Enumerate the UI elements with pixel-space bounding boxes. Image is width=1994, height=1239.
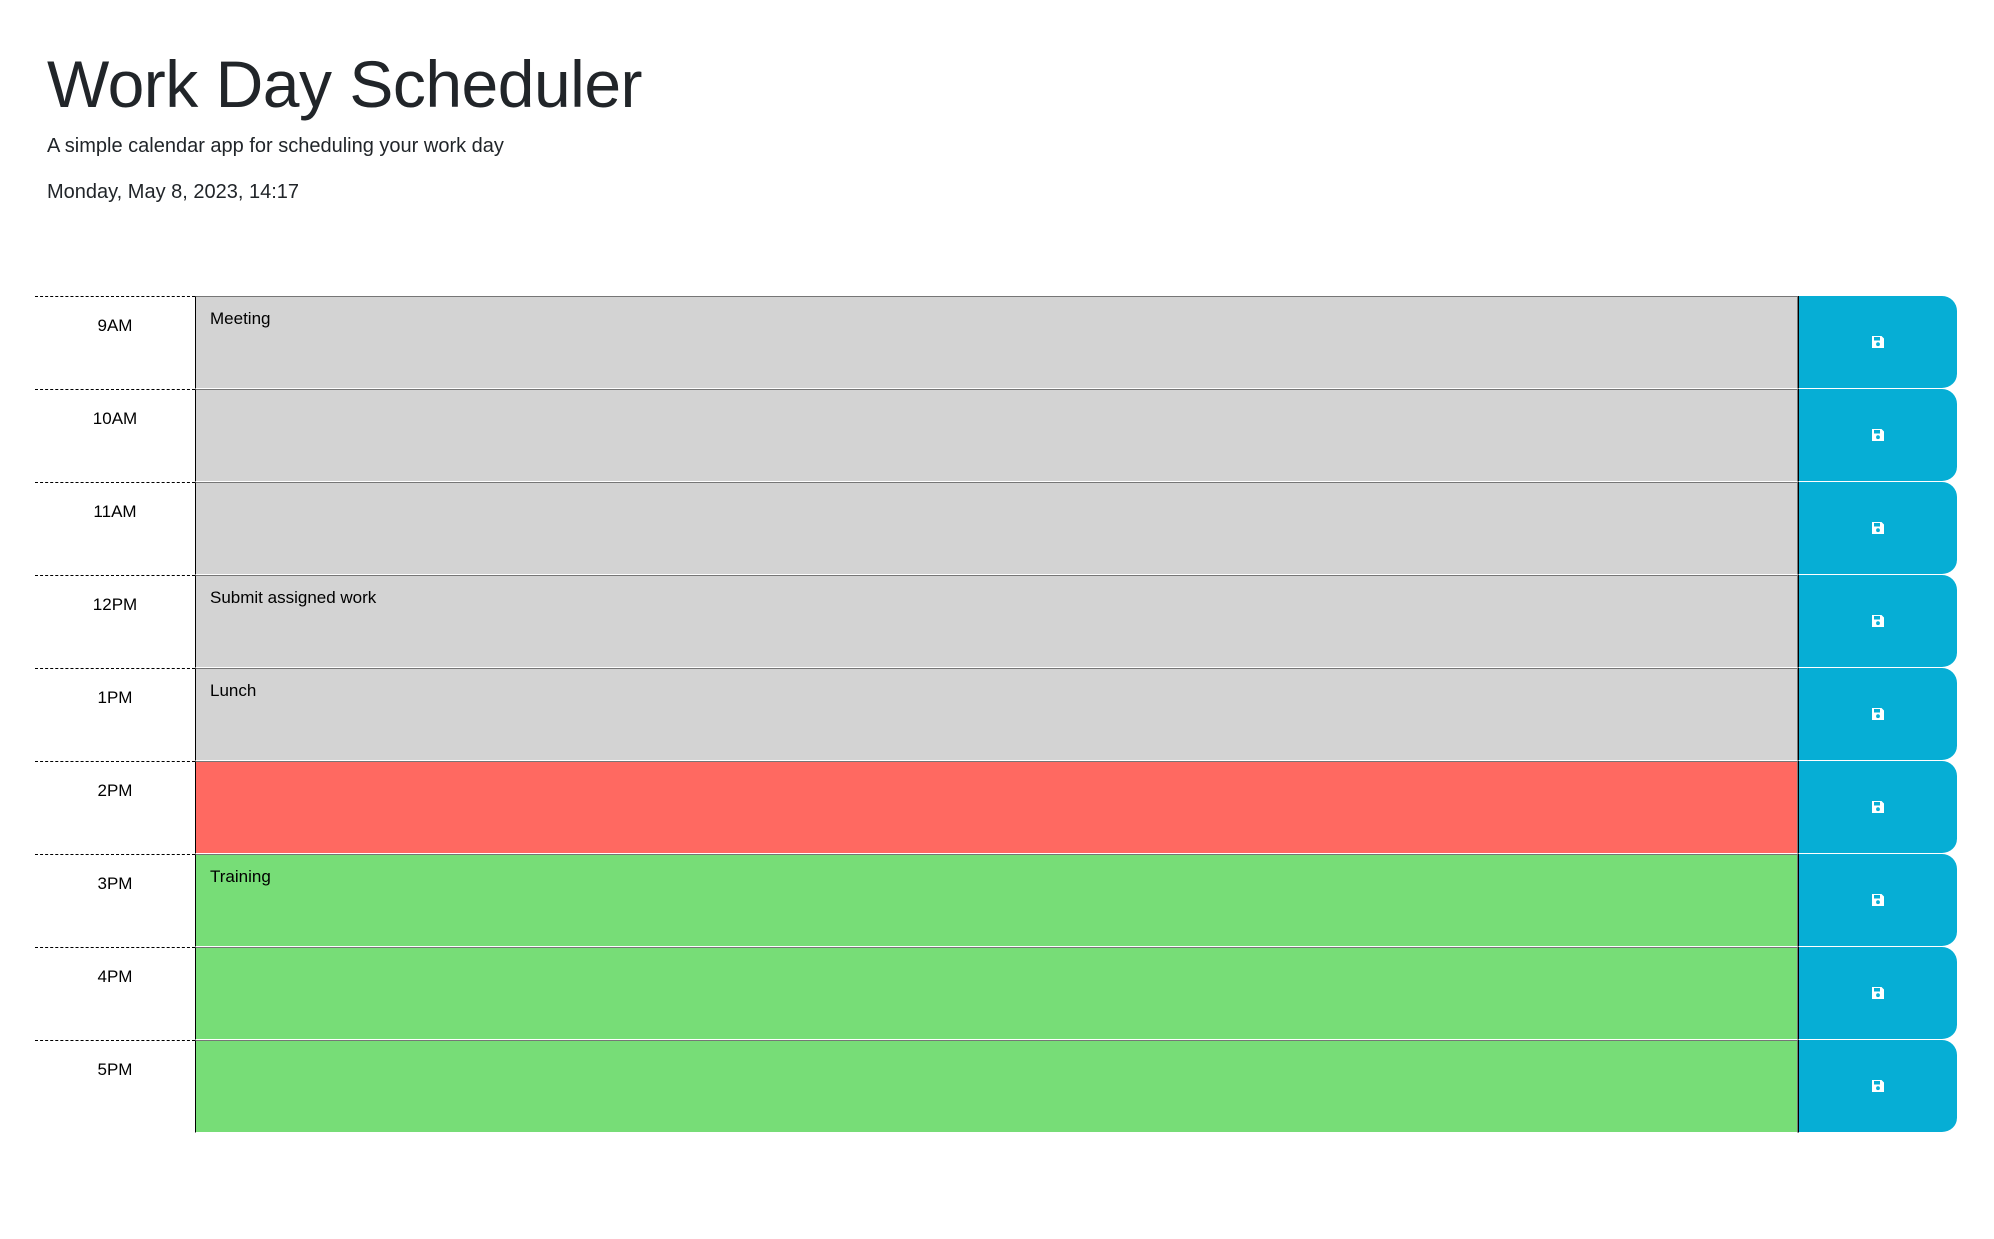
- floppy-disk-icon: [1872, 336, 1884, 348]
- hour-label: 2PM: [35, 761, 195, 854]
- floppy-disk-icon: [1872, 987, 1884, 999]
- hour-label: 4PM: [35, 947, 195, 1040]
- time-block: 10AM: [35, 389, 1957, 482]
- hour-label: 3PM: [35, 854, 195, 947]
- save-button[interactable]: [1798, 482, 1957, 575]
- time-block: 2PM: [35, 761, 1957, 854]
- hour-label: 12PM: [35, 575, 195, 668]
- page-title: Work Day Scheduler: [47, 47, 643, 121]
- save-button[interactable]: [1798, 575, 1957, 668]
- time-block: 12PM Submit assigned work: [35, 575, 1957, 668]
- hour-label: 11AM: [35, 482, 195, 575]
- event-description-input[interactable]: Meeting: [195, 296, 1798, 389]
- save-button[interactable]: [1798, 1040, 1957, 1133]
- save-button[interactable]: [1798, 947, 1957, 1040]
- event-description-input[interactable]: [195, 761, 1798, 854]
- save-button[interactable]: [1798, 761, 1957, 854]
- event-description-input[interactable]: [195, 482, 1798, 575]
- event-description-input[interactable]: Lunch: [195, 668, 1798, 761]
- time-block: 5PM: [35, 1040, 1957, 1133]
- event-description-input[interactable]: Training: [195, 854, 1798, 947]
- hour-label: 10AM: [35, 389, 195, 482]
- time-block: 9AM Meeting: [35, 296, 1957, 389]
- hour-label: 1PM: [35, 668, 195, 761]
- floppy-disk-icon: [1872, 522, 1884, 534]
- time-block: 11AM: [35, 482, 1957, 575]
- hour-label: 9AM: [35, 296, 195, 389]
- time-block: 3PM Training: [35, 854, 1957, 947]
- event-description-input[interactable]: [195, 947, 1798, 1040]
- floppy-disk-icon: [1872, 894, 1884, 906]
- page-subtitle: A simple calendar app for scheduling you…: [47, 135, 504, 157]
- event-description-input[interactable]: [195, 1040, 1798, 1133]
- current-date: Monday, May 8, 2023, 14:17: [47, 181, 300, 203]
- floppy-disk-icon: [1872, 708, 1884, 720]
- schedule-container: 9AM Meeting 10AM 11AM 12PM Submit assign…: [35, 296, 1957, 1133]
- floppy-disk-icon: [1872, 429, 1884, 441]
- event-description-input[interactable]: Submit assigned work: [195, 575, 1798, 668]
- hour-label: 5PM: [35, 1040, 195, 1133]
- save-button[interactable]: [1798, 296, 1957, 389]
- floppy-disk-icon: [1872, 801, 1884, 813]
- save-button[interactable]: [1798, 668, 1957, 761]
- time-block: 1PM Lunch: [35, 668, 1957, 761]
- save-button[interactable]: [1798, 389, 1957, 482]
- event-description-input[interactable]: [195, 389, 1798, 482]
- floppy-disk-icon: [1872, 615, 1884, 627]
- save-button[interactable]: [1798, 854, 1957, 947]
- floppy-disk-icon: [1872, 1080, 1884, 1092]
- time-block: 4PM: [35, 947, 1957, 1040]
